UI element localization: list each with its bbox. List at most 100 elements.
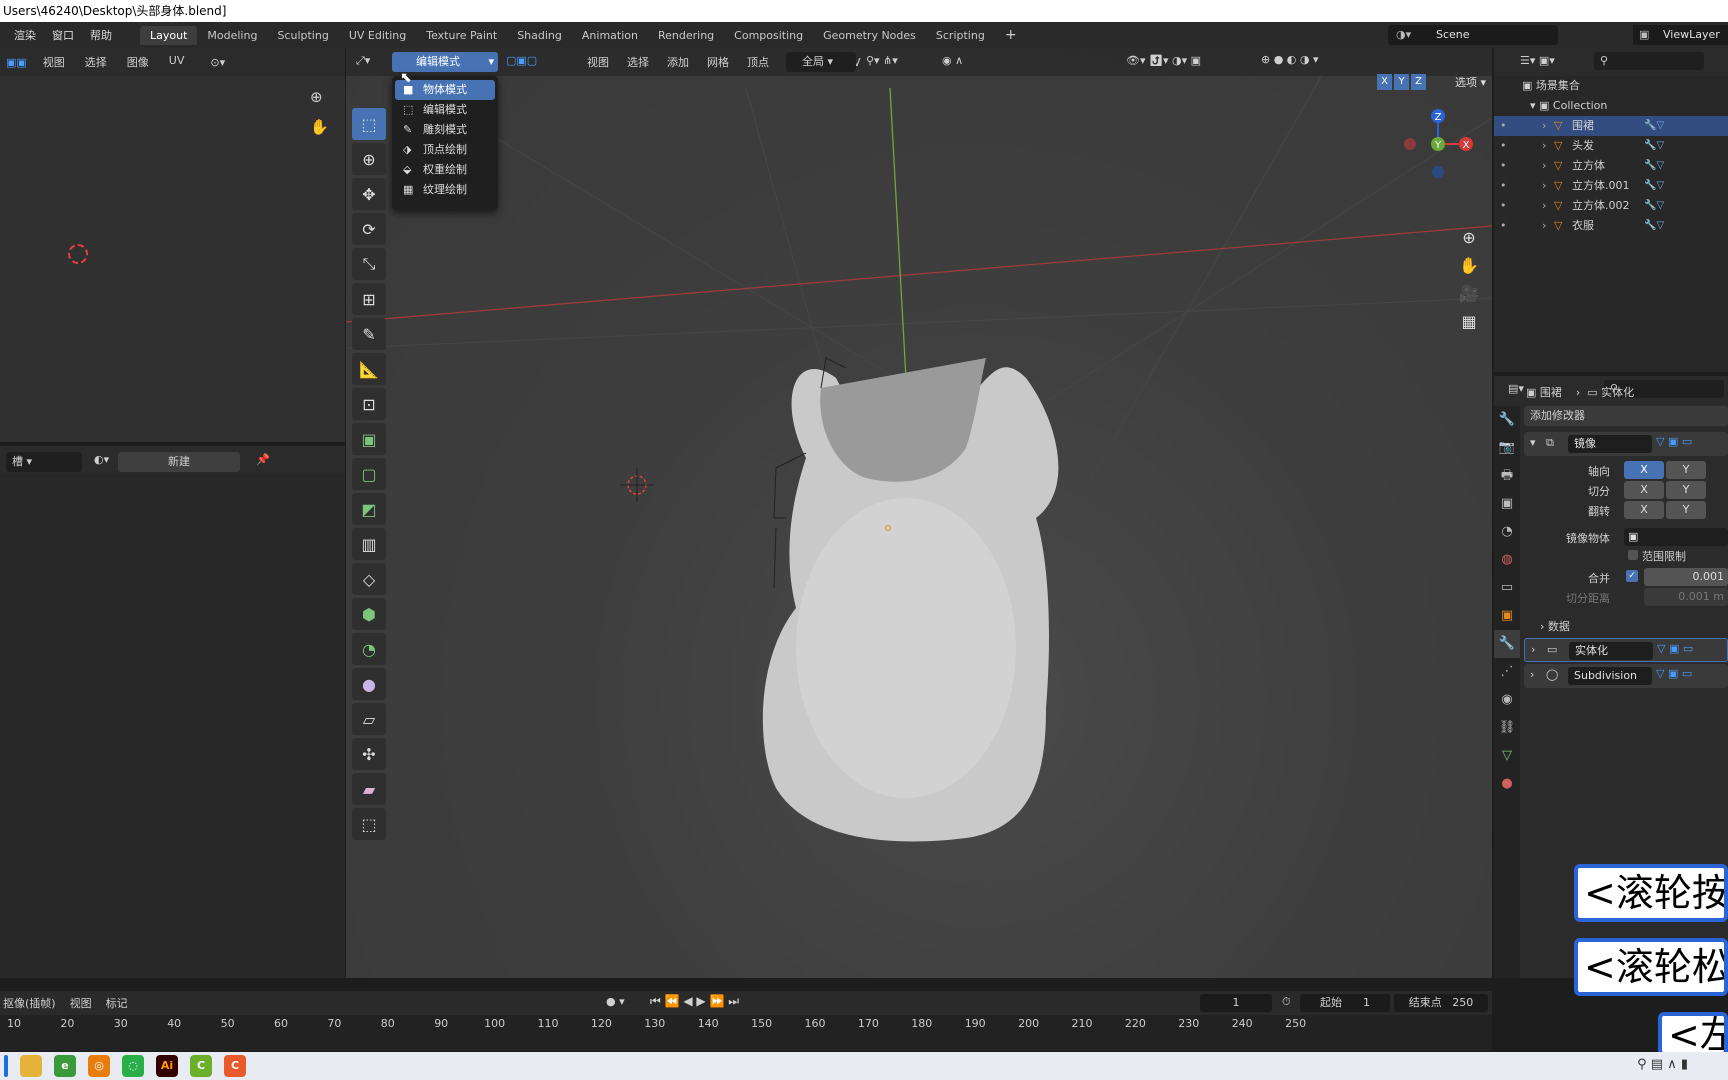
uv-menu-item[interactable]: 选择 <box>85 54 107 70</box>
workspace-tab[interactable]: Layout <box>140 25 198 45</box>
timeline-menu-item[interactable]: 标记 <box>106 995 128 1011</box>
modifier-visibility-icons[interactable]: ▽ ▣ ▭ <box>1657 642 1693 655</box>
shading-mode-icons[interactable]: ⊕ ● ◐ ◑ ▾ <box>1261 53 1319 66</box>
data-tab-icon[interactable]: ▽ <box>1494 742 1520 770</box>
particles-tab-icon[interactable]: ⋰ <box>1494 658 1520 686</box>
workspace-tab[interactable]: Geometry Nodes <box>813 26 926 45</box>
bisect-distance-field[interactable]: 0.001 m <box>1644 588 1728 606</box>
3d-viewport[interactable]: ⤢▾ 编辑模式▾ ▢▣▢ 视图选择添加网格顶点边面UV 全局 ▾ ⚲▾ ⋔▾ ◉… <box>346 48 1492 978</box>
search-icon[interactable]: ⚲ <box>1594 52 1704 70</box>
tool-tab-icon[interactable]: 🔧 <box>1494 406 1520 434</box>
add-cube-icon[interactable]: ⊡ <box>352 388 386 420</box>
slot-selector[interactable]: 槽 ▾ <box>6 452 82 472</box>
start-frame-field[interactable]: 起始 1 <box>1300 994 1390 1012</box>
transform-tool-icon[interactable]: ⊞ <box>352 283 386 315</box>
proportional-icon[interactable]: ◉ ∧ <box>942 54 963 67</box>
outliner-object-row[interactable]: • › ▽ 头发 🔧▽ <box>1494 136 1728 156</box>
viewport-menu-item[interactable]: 选择 <box>618 54 658 70</box>
pan-hand-icon[interactable]: ✋ <box>310 118 329 136</box>
transform-orientation[interactable]: 全局 ▾ <box>786 52 856 72</box>
modifier-data-icons[interactable]: 🔧▽ <box>1644 156 1664 176</box>
menu-item[interactable]: 帮助 <box>82 27 120 43</box>
uv-menu-item[interactable]: UV <box>169 54 185 70</box>
axis-x-toggle[interactable]: X <box>1624 461 1664 479</box>
mode-option[interactable]: ⬗ 顶点绘制 <box>395 140 495 160</box>
collapse-icon[interactable]: ▾ <box>1530 436 1536 449</box>
browser-icon[interactable]: e <box>54 1055 76 1077</box>
select-mode-icon[interactable]: ▣▣ <box>6 56 27 69</box>
material-sphere-icon[interactable]: ◐▾ <box>94 453 109 466</box>
current-frame-field[interactable]: 1 <box>1200 994 1272 1012</box>
scene-selector[interactable]: ◑▾ Scene <box>1388 25 1558 45</box>
illustrator-icon[interactable]: Ai <box>156 1055 178 1077</box>
extrude-icon[interactable]: ▣ <box>352 423 386 455</box>
uv-2d-cursor[interactable] <box>68 244 88 264</box>
outliner-root[interactable]: ▣ 场景集合 <box>1494 76 1728 96</box>
mode-option[interactable]: ⬚ 编辑模式 <box>395 100 495 120</box>
render-tab-icon[interactable]: 📷 <box>1494 434 1520 462</box>
view-layer-tab-icon[interactable]: ▣ <box>1494 490 1520 518</box>
workspace-tab[interactable]: Sculpting <box>267 26 338 45</box>
viewport-menu-item[interactable]: 视图 <box>578 54 618 70</box>
end-frame-field[interactable]: 结束点 250 <box>1394 994 1488 1012</box>
shader-editor-panel[interactable]: 槽 ▾ ◐▾ 新建 📌 <box>0 446 345 978</box>
visibility-dot-icon[interactable]: • <box>1500 176 1507 196</box>
uv-editor-panel[interactable]: ▣▣ 视图 选择 图像 UV ⊙▾ ⊕ ✋ <box>0 48 345 442</box>
loop-cut-icon[interactable]: ▥ <box>352 528 386 560</box>
workspace-tab[interactable]: Scripting <box>926 26 995 45</box>
physics-tab-icon[interactable]: ◉ <box>1494 686 1520 714</box>
mirror-object-field[interactable]: ▣ <box>1624 528 1728 546</box>
material-tab-icon[interactable]: ● <box>1494 770 1520 798</box>
bisect-x-toggle[interactable]: X <box>1624 481 1664 499</box>
measure-tool-icon[interactable]: 📐 <box>352 353 386 385</box>
bisect-y-toggle[interactable]: Y <box>1666 481 1706 499</box>
workspace-tab[interactable]: Modeling <box>197 26 267 45</box>
uv-menu-item[interactable]: 视图 <box>43 54 65 70</box>
outliner-object-row[interactable]: • › ▽ 围裙 🔧▽ <box>1494 116 1728 136</box>
workspace-tab[interactable]: Texture Paint <box>416 26 507 45</box>
playback-controls-icons[interactable]: ⏮ ⏪ ◀ ▶ ⏩ ⏭ <box>650 994 739 1009</box>
edge-slide-icon[interactable]: ▱ <box>352 703 386 735</box>
select-box-icon[interactable]: ⬚ <box>352 108 386 140</box>
world-tab-icon[interactable]: ◍ <box>1494 546 1520 574</box>
knife-icon[interactable]: ◇ <box>352 563 386 595</box>
expand-icon[interactable]: › <box>1542 136 1546 156</box>
workspace-tab[interactable]: Rendering <box>648 26 724 45</box>
modifier-data-icons[interactable]: 🔧▽ <box>1644 116 1664 136</box>
expand-icon[interactable]: › <box>1542 196 1546 216</box>
pivot-icon[interactable]: ⊙▾ <box>210 56 225 69</box>
app-c-green-icon[interactable]: C <box>190 1055 212 1077</box>
pin-icon[interactable]: 📌 <box>256 453 270 466</box>
outliner-object-row[interactable]: • › ▽ 立方体.001 🔧▽ <box>1494 176 1728 196</box>
modifier-data-icons[interactable]: 🔧▽ <box>1644 196 1664 216</box>
mode-option[interactable]: ✎ 雕刻模式 <box>395 120 495 140</box>
viewport-menu-item[interactable]: 顶点 <box>738 54 778 70</box>
visibility-dot-icon[interactable]: • <box>1500 196 1507 216</box>
smooth-icon[interactable]: ● <box>352 668 386 700</box>
outliner-object-row[interactable]: • › ▽ 衣服 🔧▽ <box>1494 216 1728 236</box>
flip-y-toggle[interactable]: Y <box>1666 501 1706 519</box>
outliner-object-row[interactable]: • › ▽ 立方体.002 🔧▽ <box>1494 196 1728 216</box>
expand-icon[interactable]: › <box>1530 668 1534 681</box>
scene-tab-icon[interactable]: ◔ <box>1494 518 1520 546</box>
modifier-data-icons[interactable]: 🔧▽ <box>1644 136 1664 156</box>
mode-option[interactable]: ⬙ 权重绘制 <box>395 160 495 180</box>
viewport-menu-item[interactable]: 添加 <box>658 54 698 70</box>
shear-icon[interactable]: ▰ <box>352 773 386 805</box>
shrink-fatten-icon[interactable]: ✣ <box>352 738 386 770</box>
uv-menu-item[interactable]: 图像 <box>127 54 149 70</box>
move-tool-icon[interactable]: ✥ <box>352 178 386 210</box>
modifier-data-icons[interactable]: 🔧▽ <box>1644 216 1664 236</box>
outliner-collection[interactable]: ▾ ▣ Collection <box>1494 96 1728 116</box>
grid-view-icon[interactable]: ▦ <box>1456 312 1482 340</box>
subdivision-modifier-name[interactable]: Subdivision <box>1568 667 1652 685</box>
cursor-tool-icon[interactable]: ⊕ <box>352 143 386 175</box>
options-button[interactable]: 选项 ▾ <box>1455 74 1486 90</box>
viewport-menu-item[interactable]: 网格 <box>698 54 738 70</box>
object-tab-icon[interactable]: ▣ <box>1494 602 1520 630</box>
menu-item[interactable]: 窗口 <box>44 27 82 43</box>
poly-build-icon[interactable]: ⬢ <box>352 598 386 630</box>
solidify-modifier-name[interactable]: 实体化 <box>1569 642 1653 660</box>
mesh-select-mode-icons[interactable]: ▢▣▢ <box>506 54 537 67</box>
workspace-tab[interactable]: Compositing <box>724 26 813 45</box>
